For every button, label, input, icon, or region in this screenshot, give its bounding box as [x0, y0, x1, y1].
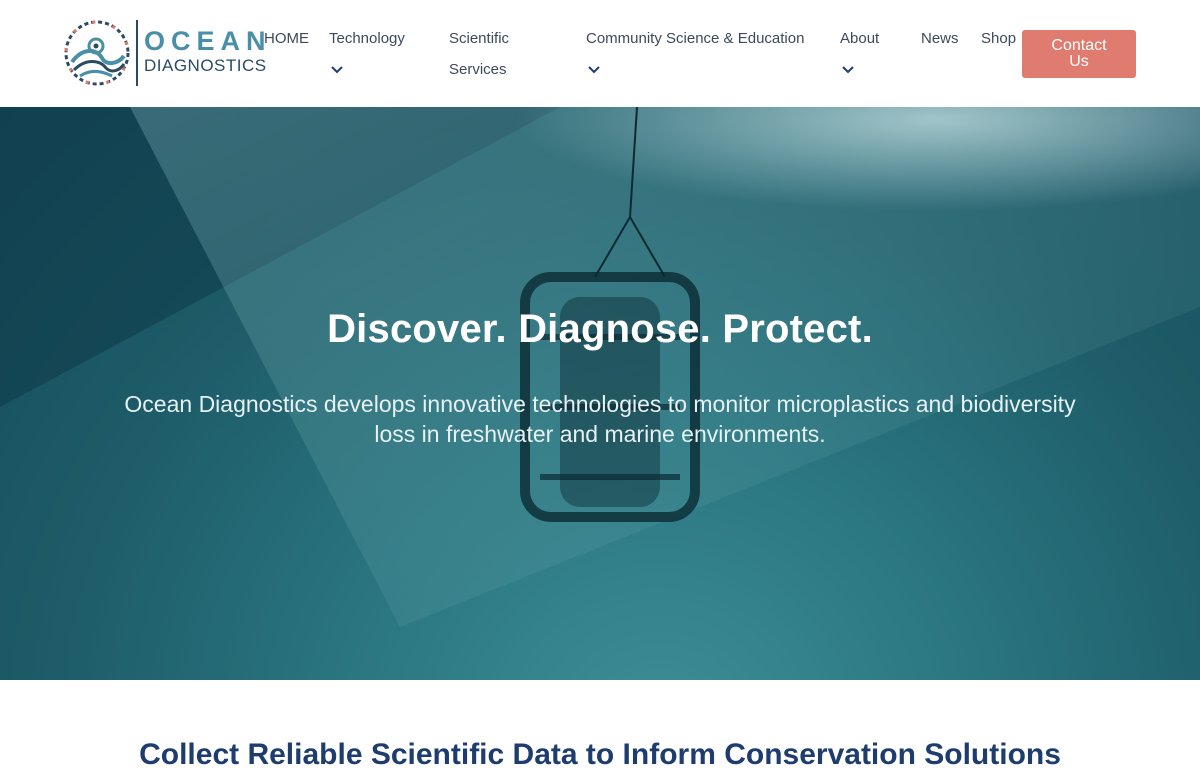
contact-us-label: Contact Us: [1051, 37, 1107, 70]
site-header: OCEAN DIAGNOSTICS HOME Technology Scient…: [0, 0, 1200, 107]
nav-scientific-services-line2[interactable]: Services: [449, 54, 507, 85]
nav-technology[interactable]: Technology: [329, 23, 405, 54]
section-heading: Collect Reliable Scientific Data to Info…: [139, 738, 1061, 771]
nav-home[interactable]: HOME: [264, 23, 309, 54]
logo-wordmark-diagnostics: DIAGNOSTICS: [144, 56, 267, 75]
nav-about[interactable]: About: [840, 23, 879, 54]
chevron-down-icon[interactable]: [587, 63, 601, 77]
contact-us-button[interactable]: Contact Us: [1022, 30, 1136, 78]
site-logo[interactable]: OCEAN DIAGNOSTICS: [62, 18, 272, 88]
nav-scientific-services-line1[interactable]: Scientific: [449, 23, 509, 54]
wave-circle-logo-icon: [64, 20, 130, 86]
chevron-down-icon[interactable]: [841, 63, 855, 77]
nav-shop[interactable]: Shop: [981, 23, 1016, 54]
nav-community-science[interactable]: Community Science & Education: [586, 23, 804, 54]
logo-divider: [136, 20, 138, 86]
logo-wordmark-ocean: OCEAN: [144, 26, 272, 56]
chevron-down-icon[interactable]: [330, 63, 344, 77]
hero-section: Discover. Diagnose. Protect. Ocean Diagn…: [0, 107, 1200, 680]
hero-title: Discover. Diagnose. Protect.: [327, 307, 873, 351]
nav-news[interactable]: News: [921, 23, 959, 54]
hero-subtitle: Ocean Diagnostics develops innovative te…: [124, 391, 1076, 447]
